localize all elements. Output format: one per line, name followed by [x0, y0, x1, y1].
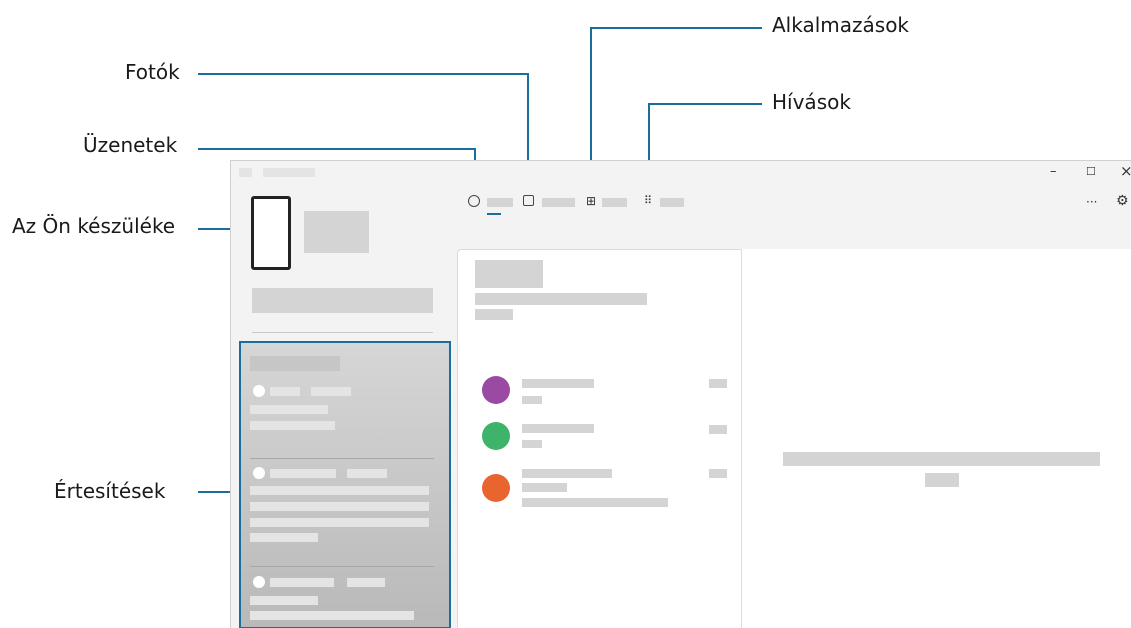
- notifications-panel[interactable]: [239, 341, 451, 628]
- dialpad-icon[interactable]: ⠿: [644, 194, 652, 208]
- message-icon[interactable]: [468, 195, 480, 207]
- callout-label-calls: Hívások: [772, 90, 851, 114]
- callout-label-device: Az Ön készüléke: [12, 214, 176, 238]
- photo-icon[interactable]: [523, 195, 534, 206]
- message-time-placeholder: [709, 469, 727, 478]
- callout-line-photos: [198, 73, 528, 75]
- device-status-bar: [252, 288, 433, 313]
- maximize-button[interactable]: ☐: [1086, 165, 1096, 178]
- tab-photos-label[interactable]: [542, 198, 575, 207]
- notification-time-placeholder: [347, 578, 385, 587]
- list-title-placeholder: [475, 260, 543, 288]
- notification-text-placeholder: [250, 502, 429, 511]
- notifications-header-placeholder: [250, 356, 340, 371]
- contact-name-placeholder: [522, 469, 612, 478]
- message-preview-placeholder: [522, 483, 567, 492]
- list-subtitle-placeholder: [475, 293, 647, 305]
- notification-app-icon: [253, 385, 265, 397]
- tab-apps-label[interactable]: [602, 198, 627, 207]
- app-window: – ☐ × ⊞ ⠿ ··· ⚙: [230, 160, 1131, 628]
- notification-title-placeholder: [270, 387, 300, 396]
- app-title-placeholder: [263, 168, 315, 177]
- empty-state-text-placeholder: [783, 452, 1100, 466]
- empty-state-action-placeholder: [925, 473, 959, 487]
- minimize-button[interactable]: –: [1050, 164, 1057, 179]
- message-preview-placeholder: [522, 498, 668, 507]
- notification-time-placeholder: [311, 387, 351, 396]
- more-options-button[interactable]: ···: [1086, 195, 1097, 209]
- app-logo-placeholder: [239, 168, 252, 177]
- phone-device-icon: [251, 196, 291, 270]
- conversation-detail-pane: [742, 249, 1131, 628]
- list-action-placeholder: [475, 309, 513, 320]
- notification-text-placeholder: [250, 486, 429, 495]
- conversation-list-pane: [457, 249, 742, 628]
- callout-line-calls: [648, 103, 762, 105]
- notification-divider: [250, 458, 434, 459]
- notification-text-placeholder: [250, 533, 318, 542]
- message-preview-placeholder: [522, 396, 542, 404]
- notification-text-placeholder: [250, 405, 328, 414]
- message-time-placeholder: [709, 425, 727, 434]
- notification-text-placeholder: [250, 611, 414, 620]
- notification-divider: [250, 566, 434, 567]
- callout-label-messages: Üzenetek: [83, 133, 178, 157]
- callout-label-notifications: Értesítések: [54, 479, 166, 503]
- contact-avatar: [482, 422, 510, 450]
- contact-avatar: [482, 474, 510, 502]
- message-preview-placeholder: [522, 440, 542, 448]
- callout-label-apps: Alkalmazások: [772, 13, 910, 37]
- contact-name-placeholder: [522, 424, 594, 433]
- notification-title-placeholder: [270, 469, 336, 478]
- notification-title-placeholder: [270, 578, 334, 587]
- device-name-placeholder: [304, 211, 369, 253]
- tab-calls-label[interactable]: [660, 198, 684, 207]
- tab-messages-label[interactable]: [487, 198, 513, 207]
- notification-app-icon: [253, 576, 265, 588]
- callout-label-photos: Fotók: [125, 60, 180, 84]
- close-button[interactable]: ×: [1120, 162, 1131, 180]
- contact-name-placeholder: [522, 379, 594, 388]
- settings-gear-icon[interactable]: ⚙: [1116, 193, 1129, 209]
- notification-text-placeholder: [250, 421, 335, 430]
- contact-avatar: [482, 376, 510, 404]
- message-time-placeholder: [709, 379, 727, 388]
- tab-active-indicator: [487, 213, 501, 215]
- sidebar-divider: [252, 332, 433, 333]
- notification-app-icon: [253, 467, 265, 479]
- notification-time-placeholder: [347, 469, 387, 478]
- notification-text-placeholder: [250, 518, 429, 527]
- notification-text-placeholder: [250, 596, 318, 605]
- apps-grid-icon[interactable]: ⊞: [586, 194, 596, 208]
- callout-line-apps: [590, 27, 762, 29]
- callout-line-messages: [198, 148, 475, 150]
